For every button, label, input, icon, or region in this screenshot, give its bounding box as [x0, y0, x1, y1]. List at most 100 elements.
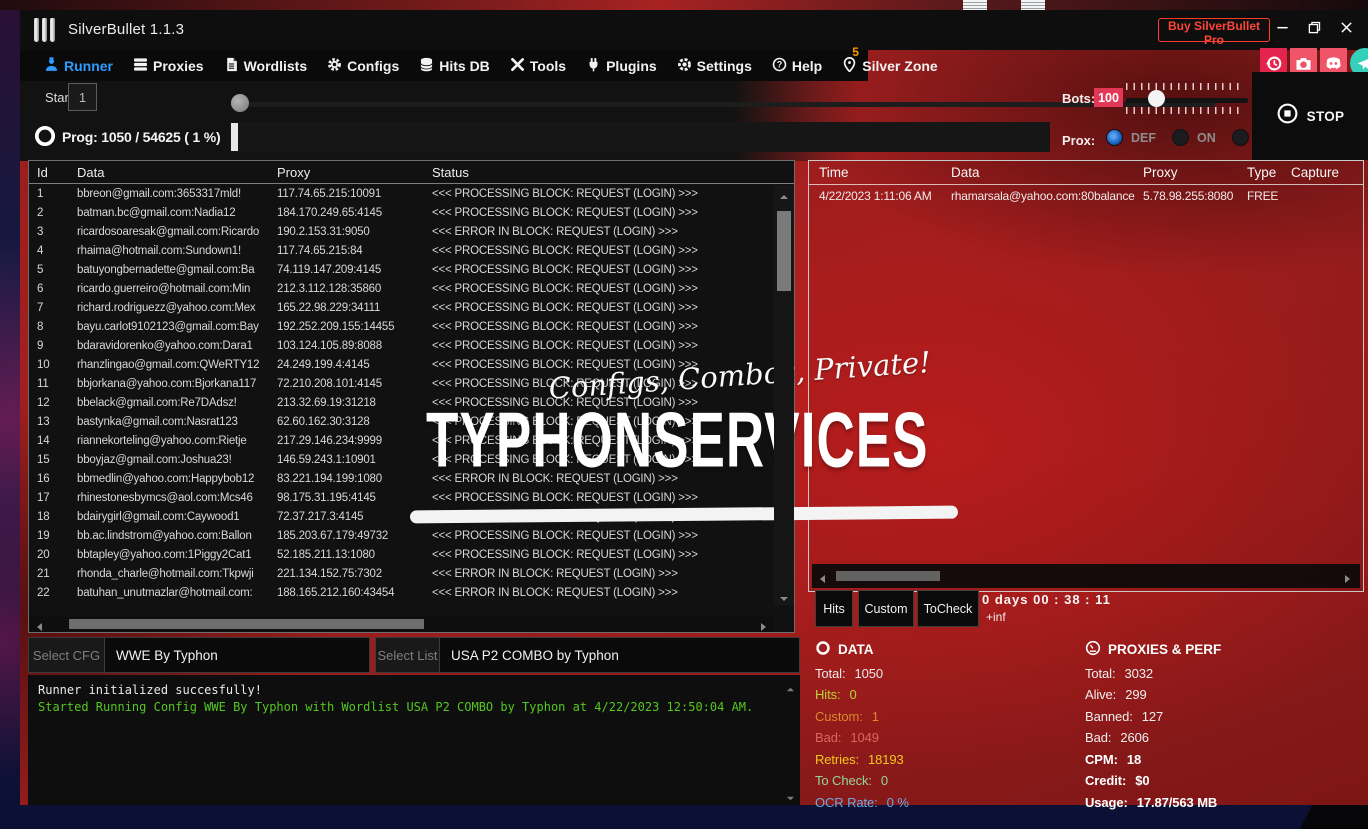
- tab-custom[interactable]: Custom: [858, 590, 914, 627]
- start-input[interactable]: [68, 83, 97, 111]
- cell-data: bbelack@gmail.com:Re7DAdsz!: [77, 396, 237, 409]
- nav-item-silver-zone[interactable]: Silver Zone 5: [842, 45, 938, 75]
- scroll-up-icon[interactable]: [786, 681, 795, 692]
- table-row[interactable]: 10 rhanzlingao@gmail.com:QWeRTY12 24.249.1…: [29, 355, 774, 374]
- table-row[interactable]: 2 batman.bc@gmail.com:Nadia12 184.170.249.…: [29, 203, 774, 222]
- tab-tocheck[interactable]: ToCheck: [917, 590, 979, 627]
- table-row[interactable]: 16 bbmedlin@yahoo.com:Happybob12 83.221.19…: [29, 469, 774, 488]
- app-window: SilverBullet 1.1.3 Buy SilverBullet Pro …: [20, 10, 1368, 810]
- table-row[interactable]: 11 bbjorkana@yahoo.com:Bjorkana117 72.210.…: [29, 374, 774, 393]
- table-row[interactable]: 8 bayu.carlot9102123@gmail.com:Bay 192.252…: [29, 317, 774, 336]
- minimize-button[interactable]: [1266, 14, 1298, 44]
- stat-to-check: To Check: 0: [815, 773, 1075, 788]
- table-row[interactable]: 21 rhonda_charle@hotmail.com:Tkpwji 221.13…: [29, 564, 774, 583]
- skip-slider-thumb[interactable]: [231, 94, 249, 112]
- cell-id: 5: [37, 263, 44, 276]
- cell-id: 2: [37, 206, 44, 219]
- table-row[interactable]: 13 bastynka@gmail.com:Nasrat123 62.60.162.…: [29, 412, 774, 431]
- scrollbar-thumb[interactable]: [69, 619, 424, 629]
- cell-status: <<< PROCESSING BLOCK: REQUEST (LOGIN) >>…: [432, 320, 698, 333]
- table-row[interactable]: 3 ricardosoaresak@gmail.com:Ricardo 190.2.…: [29, 222, 774, 241]
- table-row[interactable]: 1 bbreon@gmail.com:3653317mld! 117.74.65.2…: [29, 184, 774, 203]
- elapsed-timer: 0 days 00 : 38 : 11: [982, 592, 1111, 607]
- scroll-right-icon[interactable]: [1342, 571, 1352, 583]
- nav-item-configs[interactable]: Configs: [327, 57, 399, 75]
- horizontal-scrollbar[interactable]: [812, 564, 1360, 588]
- cell-status: <<< ERROR IN BLOCK: REQUEST (LOGIN) >>>: [432, 586, 678, 599]
- scrollbar-thumb[interactable]: [777, 211, 791, 291]
- wordlist-selector: Select List USA P2 COMBO by Typhon: [375, 637, 800, 673]
- vertical-scrollbar[interactable]: [774, 185, 794, 605]
- cell-status: <<< PROCESSING BLOCK: REQUEST (LOGIN) >>…: [432, 548, 698, 561]
- nav-item-runner[interactable]: Runner: [44, 56, 113, 75]
- cell-proxy: 72.210.208.101:4145: [277, 377, 382, 390]
- cell-id: 1: [37, 187, 44, 200]
- table-row[interactable]: 17 rhinestonesbymcs@aol.com:Mcs46 98.175.3…: [29, 488, 774, 507]
- table-row[interactable]: 18 bdairygirl@gmail.com:Caywood1 72.37.217…: [29, 507, 774, 526]
- cell-proxy: 192.252.209.155:14455: [277, 320, 395, 333]
- stat-total: Total: 3032: [1085, 666, 1345, 681]
- nav-item-tools[interactable]: Tools: [510, 57, 566, 75]
- stat-label: CPM:: [1085, 751, 1118, 767]
- nav-item-help[interactable]: ? Help: [772, 57, 822, 75]
- scroll-left-icon[interactable]: [818, 571, 828, 583]
- buy-pro-button[interactable]: Buy SilverBullet Pro: [1158, 18, 1270, 47]
- table-row[interactable]: 14 riannekorteling@yahoo.com:Rietje 217.29…: [29, 431, 774, 450]
- scroll-up-icon[interactable]: [779, 189, 789, 199]
- cell-status: <<< PROCESSING BLOCK: REQUEST (LOGIN) >>…: [432, 358, 698, 371]
- stat-label: Custom:: [815, 708, 863, 724]
- table-row[interactable]: 9 bdaravidorenko@yahoo.com:Dara1 103.124.1…: [29, 336, 774, 355]
- scroll-left-icon[interactable]: [35, 619, 45, 631]
- stop-label: STOP: [1306, 108, 1345, 124]
- table-row[interactable]: 20 bbtapley@yahoo.com:1Piggy2Cat1 52.185.2…: [29, 545, 774, 564]
- close-button[interactable]: [1330, 14, 1362, 44]
- table-body: 4/22/2023 1:11:06 AM rhamarsala@yahoo.com…: [809, 185, 1363, 206]
- table-row[interactable]: 15 bboyjaz@gmail.com:Joshua23! 146.59.243.…: [29, 450, 774, 469]
- prox-radio-on[interactable]: [1172, 129, 1189, 146]
- log-line: Started Running Config WWE By Typhon wit…: [38, 700, 754, 714]
- scroll-right-icon[interactable]: [758, 619, 768, 631]
- select-cfg-button[interactable]: Select CFG: [29, 638, 105, 672]
- stat-total: Total: 1050: [815, 666, 1075, 681]
- table-row[interactable]: 22 batuhan_unutmazlar@hotmail.com: 188.165…: [29, 583, 774, 602]
- scroll-down-icon[interactable]: [786, 790, 795, 801]
- horizontal-scrollbar[interactable]: [29, 616, 774, 632]
- tab-hits[interactable]: Hits: [815, 590, 853, 627]
- table-row[interactable]: 4/22/2023 1:11:06 AM rhamarsala@yahoo.com…: [809, 185, 1363, 206]
- maximize-button[interactable]: [1298, 14, 1330, 44]
- table-row[interactable]: 4 rhaima@hotmail.com:Sundown1! 117.74.65.2…: [29, 241, 774, 260]
- table-row[interactable]: 6 ricardo.guerreiro@hotmail.com:Min 212.3.…: [29, 279, 774, 298]
- cell-id: 4: [37, 244, 44, 257]
- stat-cpm: CPM: 18: [1085, 752, 1345, 767]
- cell-status: <<< PROCESSING BLOCK: REQUEST (LOGIN) >>…: [432, 339, 698, 352]
- cell-id: 11: [37, 377, 49, 390]
- table-row[interactable]: 19 bb.ac.lindstrom@yahoo.com:Ballon 185.20…: [29, 526, 774, 545]
- stat-hits: Hits: 0: [815, 687, 1075, 702]
- bots-slider-track[interactable]: [1126, 98, 1248, 103]
- nav-item-hits-db[interactable]: Hits DB: [419, 57, 490, 75]
- nav-item-wordlists[interactable]: Wordlists: [224, 57, 307, 75]
- cell-proxy: 185.203.67.179:49732: [277, 529, 389, 542]
- cell-id: 15: [37, 453, 50, 466]
- cell-data: rhanzlingao@gmail.com:QWeRTY12: [77, 358, 260, 371]
- cell-data: bboyjaz@gmail.com:Joshua23!: [77, 453, 232, 466]
- nav-item-plugins[interactable]: Plugins: [586, 57, 657, 75]
- nav-item-settings[interactable]: Settings: [677, 57, 752, 75]
- table-row[interactable]: 12 bbelack@gmail.com:Re7DAdsz! 213.32.69.1…: [29, 393, 774, 412]
- prox-radio-off[interactable]: [1231, 129, 1249, 146]
- cell-proxy: 72.37.217.3:4145: [277, 510, 364, 523]
- table-row[interactable]: 7 richard.rodriguezz@yahoo.com:Mex 165.22.…: [29, 298, 774, 317]
- stat-value: 0: [880, 773, 889, 788]
- prox-radio-def[interactable]: [1106, 129, 1123, 146]
- nav-item-proxies[interactable]: Proxies: [133, 57, 204, 75]
- scroll-down-icon[interactable]: [779, 591, 789, 601]
- scrollbar-thumb[interactable]: [836, 571, 940, 581]
- select-list-button[interactable]: Select List: [376, 638, 440, 672]
- stop-button[interactable]: STOP: [1252, 72, 1368, 160]
- bots-slider-thumb[interactable]: [1148, 90, 1165, 107]
- stat-value: 1050: [854, 665, 884, 681]
- cell-proxy: 165.22.98.229:34111: [277, 301, 381, 314]
- table-row[interactable]: 5 batuyongbernadette@gmail.com:Ba 74.119.1…: [29, 260, 774, 279]
- stat-value: 18: [1126, 751, 1142, 767]
- wallpaper-strip: [0, 0, 1368, 10]
